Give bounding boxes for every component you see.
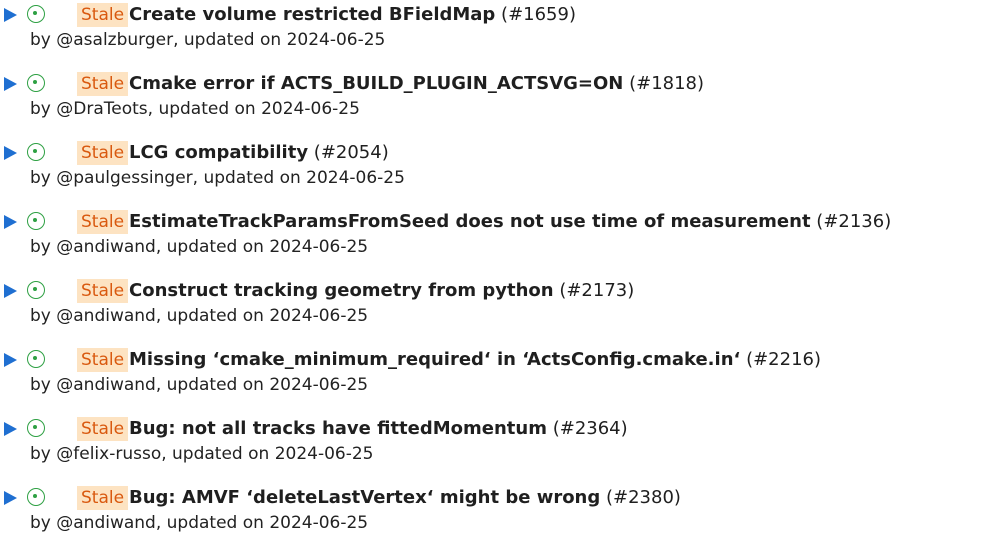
open-status-icon — [27, 143, 45, 161]
issue-title-line[interactable]: Construct tracking geometry from python … — [129, 279, 634, 303]
issue-meta: by @asalzburger, updated on 2024-06-25 — [30, 30, 386, 50]
issue-meta: by @DraTeots, updated on 2024-06-25 — [30, 99, 360, 119]
open-status-icon — [27, 350, 45, 368]
issue-title[interactable]: EstimateTrackParamsFromSeed does not use… — [129, 211, 811, 232]
stale-badge: Stale — [77, 72, 129, 96]
issue-item[interactable]: Stale Construct tracking geometry from p… — [0, 276, 983, 336]
issue-title-line[interactable]: Create volume restricted BFieldMap (#165… — [129, 3, 576, 27]
stale-badge: Stale — [77, 3, 129, 27]
open-status-icon — [27, 212, 45, 230]
stale-badge: Stale — [77, 141, 129, 165]
issue-title-line[interactable]: Bug: not all tracks have fittedMomentum … — [129, 417, 628, 441]
issue-item[interactable]: Stale Missing ‘cmake_minimum_required‘ i… — [0, 345, 983, 405]
stale-badge: Stale — [77, 417, 129, 441]
issue-title-line[interactable]: Bug: AMVF ‘deleteLastVertex‘ might be wr… — [129, 486, 681, 510]
issue-number[interactable]: (#2136) — [816, 211, 891, 232]
issue-item[interactable]: Stale Bug: AMVF ‘deleteLastVertex‘ might… — [0, 483, 983, 543]
expand-arrow-icon[interactable] — [4, 353, 17, 367]
expand-arrow-icon[interactable] — [4, 491, 17, 505]
issue-meta: by @andiwand, updated on 2024-06-25 — [30, 375, 369, 395]
issue-meta: by @andiwand, updated on 2024-06-25 — [30, 513, 369, 533]
issue-title[interactable]: Cmake error if ACTS_BUILD_PLUGIN_ACTSVG=… — [129, 73, 623, 94]
open-status-icon — [27, 281, 45, 299]
open-status-icon — [27, 419, 45, 437]
issue-item[interactable]: Stale LCG compatibility (#2054) by @paul… — [0, 138, 983, 198]
open-status-icon — [27, 74, 45, 92]
issue-number[interactable]: (#1659) — [501, 4, 576, 25]
issue-meta: by @felix-russo, updated on 2024-06-25 — [30, 444, 374, 464]
issue-number[interactable]: (#1818) — [629, 73, 704, 94]
stale-badge: Stale — [77, 279, 129, 303]
issue-item[interactable]: Stale Create volume restricted BFieldMap… — [0, 0, 983, 60]
issue-number[interactable]: (#2173) — [559, 280, 634, 301]
issue-title[interactable]: Missing ‘cmake_minimum_required‘ in ‘Act… — [129, 349, 740, 370]
open-status-icon — [27, 5, 45, 23]
stale-badge: Stale — [77, 486, 129, 510]
stale-badge: Stale — [77, 210, 129, 234]
issue-number[interactable]: (#2380) — [606, 487, 681, 508]
stale-badge: Stale — [77, 348, 129, 372]
issue-title-line[interactable]: LCG compatibility (#2054) — [129, 141, 389, 165]
expand-arrow-icon[interactable] — [4, 146, 17, 160]
issue-title-line[interactable]: Missing ‘cmake_minimum_required‘ in ‘Act… — [129, 348, 821, 372]
issue-title[interactable]: Bug: AMVF ‘deleteLastVertex‘ might be wr… — [129, 487, 600, 508]
issue-title-line[interactable]: EstimateTrackParamsFromSeed does not use… — [129, 210, 891, 234]
open-status-icon — [27, 488, 45, 506]
expand-arrow-icon[interactable] — [4, 8, 17, 22]
expand-arrow-icon[interactable] — [4, 422, 17, 436]
issue-title[interactable]: LCG compatibility — [129, 142, 308, 163]
issue-title[interactable]: Bug: not all tracks have fittedMomentum — [129, 418, 547, 439]
issue-title-line[interactable]: Cmake error if ACTS_BUILD_PLUGIN_ACTSVG=… — [129, 72, 704, 96]
issue-meta: by @andiwand, updated on 2024-06-25 — [30, 237, 369, 257]
issue-meta: by @paulgessinger, updated on 2024-06-25 — [30, 168, 405, 188]
expand-arrow-icon[interactable] — [4, 215, 17, 229]
expand-arrow-icon[interactable] — [4, 284, 17, 298]
issue-number[interactable]: (#2364) — [553, 418, 628, 439]
issue-item[interactable]: Stale Cmake error if ACTS_BUILD_PLUGIN_A… — [0, 69, 983, 129]
issue-number[interactable]: (#2216) — [746, 349, 821, 370]
expand-arrow-icon[interactable] — [4, 77, 17, 91]
issue-item[interactable]: Stale EstimateTrackParamsFromSeed does n… — [0, 207, 983, 267]
issue-item[interactable]: Stale Bug: not all tracks have fittedMom… — [0, 414, 983, 474]
issue-title[interactable]: Create volume restricted BFieldMap — [129, 4, 495, 25]
issue-meta: by @andiwand, updated on 2024-06-25 — [30, 306, 369, 326]
issue-title[interactable]: Construct tracking geometry from python — [129, 280, 554, 301]
issue-number[interactable]: (#2054) — [314, 142, 389, 163]
